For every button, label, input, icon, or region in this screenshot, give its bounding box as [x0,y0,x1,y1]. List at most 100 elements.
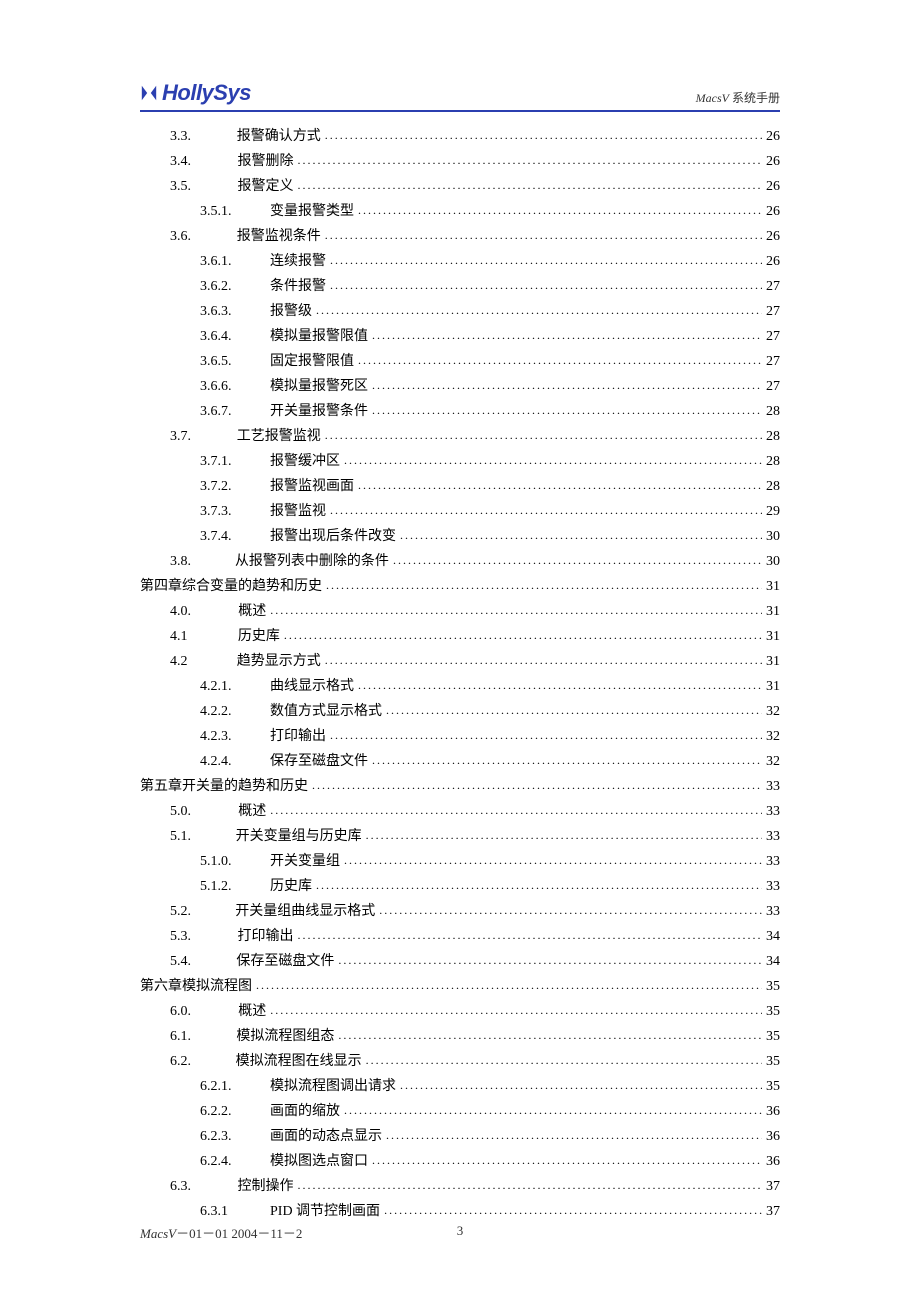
toc-title: 数值方式显示格式 [270,699,382,724]
toc-page: 26 [762,149,780,174]
toc-entry: 6.3.1PID 调节控制画面 37 [140,1199,780,1224]
toc-title: 保存至磁盘文件 [270,749,368,774]
toc-entry: 5.3.打印输出34 [140,924,780,949]
toc-entry: 6.0.概述35 [140,999,780,1024]
toc-title: 模拟流程图 [182,974,252,999]
toc-page: 30 [762,524,780,549]
toc-entry: 4.1历史库31 [140,624,780,649]
toc-page: 33 [762,849,780,874]
toc-page: 30 [762,549,780,574]
toc-page: 31 [762,624,780,649]
toc-entry: 3.4.报警删除26 [140,149,780,174]
logo: HollySys [140,80,251,106]
toc-leader [270,998,762,1023]
toc-entry: 6.2.2.画面的缩放36 [140,1099,780,1124]
toc-number: 5.3. [170,924,225,949]
toc-number: 5.1.2. [200,874,270,899]
toc-leader [338,948,762,973]
toc-page: 36 [762,1149,780,1174]
toc-title: 报警出现后条件改变 [270,524,396,549]
toc-entry: 4.2.4.保存至磁盘文件32 [140,749,780,774]
toc-entry: 3.6.2.条件报警27 [140,274,780,299]
toc-page: 26 [762,174,780,199]
toc-leader [358,348,762,373]
toc-page: 28 [762,449,780,474]
toc-entry: 3.7.3.报警监视29 [140,499,780,524]
toc-title: 概述 [238,599,266,624]
toc-title: 画面的缩放 [270,1099,340,1124]
toc-number: 6.2.3. [200,1124,270,1149]
toc-title: 模拟量报警限值 [270,324,368,349]
toc-number: 4.2 [170,649,225,674]
toc-title: 开关量的趋势和历史 [182,774,308,799]
toc-entry: 第六章 模拟流程图35 [140,974,780,999]
toc-number: 3.8. [170,549,225,574]
toc-leader [372,323,762,348]
toc-entry: 5.2.开关量组曲线显示格式33 [140,899,780,924]
toc-title: 报警监视条件 [237,224,321,249]
toc-entry: 5.1.2.历史库33 [140,874,780,899]
toc-page: 34 [762,924,780,949]
toc-number: 4.2.2. [200,699,270,724]
toc-title: 历史库 [238,624,280,649]
toc-number: 5.1. [170,824,225,849]
toc-number: 6.2.2. [200,1099,270,1124]
toc-leader [358,198,762,223]
toc-leader [358,473,762,498]
toc-page: 35 [762,1024,780,1049]
toc-entry: 4.0. 概述 31 [140,599,780,624]
toc-page: 37 [762,1199,780,1224]
toc-leader [298,923,763,948]
toc-title: 控制操作 [238,1174,294,1199]
toc-number: 3.4. [170,149,225,174]
toc-title: 报警确认方式 [237,124,321,149]
header-title: MacsV 系统手册 [696,89,780,106]
toc-page: 27 [762,299,780,324]
toc-leader [330,723,762,748]
toc-leader [386,698,762,723]
toc-page: 33 [762,824,780,849]
toc-entry: 3.6.6.模拟量报警死区27 [140,374,780,399]
toc-leader [366,823,762,848]
toc-entry: 3.6.1.连续报警26 [140,249,780,274]
toc-entry: 3.6.7.开关量报警条件28 [140,399,780,424]
toc-page: 35 [762,1049,780,1074]
toc-number: 3.6.5. [200,349,270,374]
toc-title: 模拟图选点窗口 [270,1149,368,1174]
toc-entry: 3.6.5.固定报警限值27 [140,349,780,374]
page: HollySys MacsV 系统手册 3.3.报警确认方式263.4.报警删除… [0,0,920,1302]
toc-title: PID 调节控制画面 [270,1199,380,1224]
logo-text: HollySys [162,80,251,106]
toc-leader [325,648,762,673]
toc-page: 26 [762,124,780,149]
toc-title: 开关变量组 [270,849,340,874]
toc-number: 3.6.7. [200,399,270,424]
toc-title: 报警监视 [270,499,326,524]
toc-leader [325,423,762,448]
toc-title: 综合变量的趋势和历史 [182,574,322,599]
toc-page: 27 [762,324,780,349]
toc-number: 3.5.1. [200,199,270,224]
toc-page: 31 [762,599,780,624]
toc-entry: 3.7.工艺报警监视28 [140,424,780,449]
toc-number: 4.0. [170,599,225,624]
toc-entry: 6.1.模拟流程图组态35 [140,1024,780,1049]
toc-number: 6.3.1 [200,1199,270,1224]
toc-page: 37 [762,1174,780,1199]
toc-number: 3.7.1. [200,449,270,474]
toc-leader [338,1023,762,1048]
toc-number: 第四章 [140,574,182,599]
toc-page: 27 [762,374,780,399]
toc-number: 5.2. [170,899,225,924]
toc-entry: 3.5.报警定义26 [140,174,780,199]
toc-title: 模拟量报警死区 [270,374,368,399]
toc-entry: 3.7.2.报警监视画面28 [140,474,780,499]
logo-icon [140,84,158,102]
toc-page: 27 [762,349,780,374]
toc-entry: 6.3.控制操作37 [140,1174,780,1199]
toc-page: 31 [762,574,780,599]
toc-title: 条件报警 [270,274,326,299]
toc-number: 3.7.2. [200,474,270,499]
toc-leader [344,448,762,473]
footer-left: MacsV－01－01 2004－11－2 [140,1223,302,1242]
